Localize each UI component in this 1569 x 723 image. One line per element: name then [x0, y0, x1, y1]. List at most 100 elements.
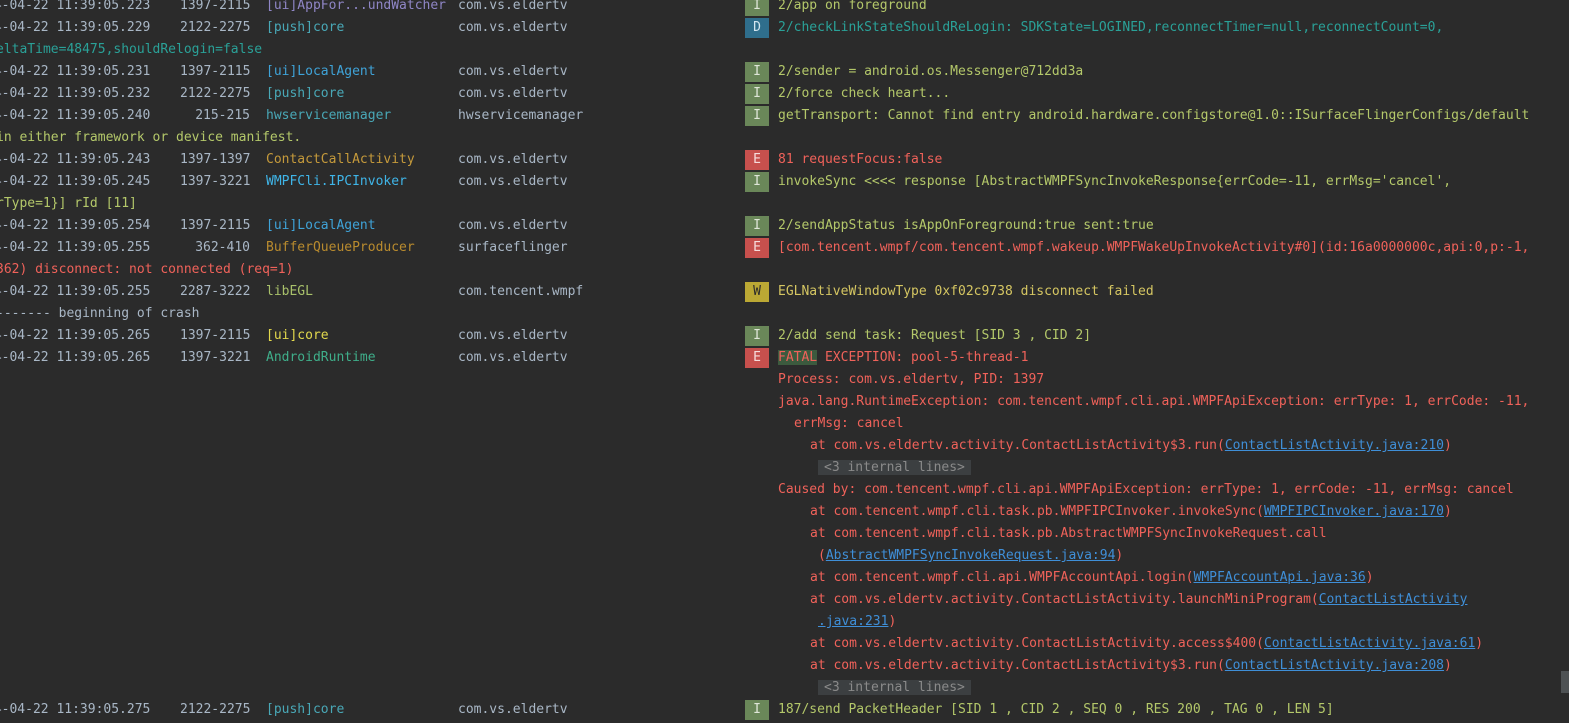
log-row[interactable]: 24-04-22 11:39:05.255 2287-3222 libEGL c… — [0, 281, 1569, 303]
log-timestamp: 24-04-22 11:39:05.275 — [0, 702, 151, 717]
stack-frame: at com.tencent.wmpf.cli.task.pb.Abstract… — [0, 523, 1569, 545]
stack-frame-text: .java:231) — [818, 611, 896, 633]
source-link[interactable]: AbstractWMPFSyncInvokeRequest.java:94 — [826, 548, 1116, 563]
log-continuation: in either framework or device manifest. — [0, 127, 1569, 149]
log-package: com.vs.eldertv — [458, 20, 568, 35]
log-row[interactable]: 24-04-22 11:39:05.240 215-215 hwservicem… — [0, 105, 1569, 127]
log-package: com.tencent.wmpf — [458, 284, 584, 299]
log-tag: AndroidRuntime — [266, 350, 376, 365]
log-row[interactable]: 24-04-22 11:39:05.255 362-410 BufferQueu… — [0, 237, 1569, 259]
stack-frame-text: at com.vs.eldertv.activity.ContactListAc… — [810, 655, 1452, 677]
paren-close: ) — [888, 614, 897, 629]
log-pid-tid: 1397-3221 — [180, 174, 251, 189]
log-level-badge: I — [745, 326, 769, 346]
stack-exception: java.lang.RuntimeException: com.tencent.… — [778, 394, 1530, 409]
source-link[interactable]: WMPFIPCInvoker.java:170 — [1264, 504, 1444, 519]
internal-lines-fold[interactable]: <3 internal lines> — [818, 677, 971, 699]
log-package: com.vs.eldertv — [458, 702, 568, 717]
log-timestamp: 24-04-22 11:39:05.265 — [0, 350, 151, 365]
log-timestamp: 24-04-22 11:39:05.254 — [0, 218, 151, 233]
log-pid-tid: 2122-2275 — [180, 86, 251, 101]
log-level-badge: D — [745, 18, 769, 38]
log-level-badge: I — [745, 84, 769, 104]
stack-caused-by: Caused by: com.tencent.wmpf.cli.api.WMPF… — [778, 482, 1514, 497]
log-level-badge: I — [745, 216, 769, 236]
log-row[interactable]: 24-04-22 11:39:05.243 1397-1397 ContactC… — [0, 149, 1569, 171]
source-link[interactable]: .java:231 — [818, 614, 888, 629]
log-row[interactable]: 24-04-22 11:39:05.265 1397-2115 [ui]core… — [0, 325, 1569, 347]
log-pid-tid: 2287-3222 — [180, 284, 251, 299]
log-row[interactable]: 24-04-22 11:39:05.254 1397-2115 [ui]Loca… — [0, 215, 1569, 237]
log-package: com.vs.eldertv — [458, 328, 568, 343]
log-pid-tid: 1397-1397 — [180, 152, 251, 167]
logcat-panel: 24-04-22 11:39:05.223 1397-2115 [ui]AppF… — [0, 0, 1569, 721]
log-timestamp: 24-04-22 11:39:05.255 — [0, 240, 151, 255]
stack-frame-method: at com.vs.eldertv.activity.ContactListAc… — [810, 658, 1225, 673]
log-message: 2/add send task: Request [SID 3 , CID 2] — [778, 328, 1092, 343]
stack-line: Caused by: com.tencent.wmpf.cli.api.WMPF… — [0, 479, 1569, 501]
log-package: com.vs.eldertv — [458, 152, 568, 167]
source-link[interactable]: ContactListActivity.java:61 — [1264, 636, 1475, 651]
scrollbar-marker[interactable] — [1561, 671, 1569, 693]
log-tag: WMPFCli.IPCInvoker — [266, 174, 407, 189]
log-tag: [push]core — [266, 86, 345, 101]
log-level-badge: W — [745, 282, 769, 302]
log-message: 81 requestFocus:false — [778, 152, 943, 167]
log-message-cont: eltaTime=48475,shouldRelogin=false — [0, 42, 263, 57]
fatal-highlight: FATAL — [778, 350, 818, 365]
internal-lines-button[interactable]: <3 internal lines> — [818, 680, 971, 695]
log-message-cont: rType=1}] rId [11] — [0, 196, 137, 211]
log-timestamp: 24-04-22 11:39:05.231 — [0, 64, 151, 79]
log-continuation: eltaTime=48475,shouldRelogin=false — [0, 39, 1569, 61]
log-row-fatal[interactable]: 24-04-22 11:39:05.265 1397-3221 AndroidR… — [0, 347, 1569, 369]
stack-frame: at com.tencent.wmpf.cli.task.pb.WMPFIPCI… — [0, 501, 1569, 523]
log-message: [com.tencent.wmpf/com.tencent.wmpf.wakeu… — [778, 240, 1530, 255]
stack-frame-text: at com.tencent.wmpf.cli.api.WMPFAccountA… — [810, 567, 1374, 589]
stack-fold: <3 internal lines> — [0, 677, 1569, 699]
source-link[interactable]: ContactListActivity — [1319, 592, 1468, 607]
crash-marker: ------- beginning of crash — [0, 306, 200, 321]
stack-frame: at com.vs.eldertv.activity.ContactListAc… — [0, 435, 1569, 457]
log-tag: [push]core — [266, 20, 345, 35]
log-row[interactable]: 24-04-22 11:39:05.223 1397-2115 [ui]AppF… — [0, 0, 1569, 17]
log-message: 187/send PacketHeader [SID 1 , CID 2 , S… — [778, 702, 1334, 717]
stack-frame: at com.vs.eldertv.activity.ContactListAc… — [0, 589, 1569, 611]
log-tag: [ui]core — [266, 328, 329, 343]
source-link[interactable]: ContactListActivity.java:210 — [1225, 438, 1444, 453]
log-pid-tid: 1397-2115 — [180, 64, 251, 79]
log-pid-tid: 2122-2275 — [180, 20, 251, 35]
internal-lines-fold[interactable]: <3 internal lines> — [818, 457, 971, 479]
log-pid-tid: 1397-2115 — [180, 0, 251, 13]
log-tag: libEGL — [266, 284, 313, 299]
log-timestamp: 24-04-22 11:39:05.265 — [0, 328, 151, 343]
log-timestamp: 24-04-22 11:39:05.245 — [0, 174, 151, 189]
log-row[interactable]: 24-04-22 11:39:05.231 1397-2115 [ui]Loca… — [0, 61, 1569, 83]
source-link[interactable]: ContactListActivity.java:208 — [1225, 658, 1444, 673]
log-package: com.vs.eldertv — [458, 350, 568, 365]
stack-line: Process: com.vs.eldertv, PID: 1397 — [0, 369, 1569, 391]
source-link[interactable]: WMPFAccountApi.java:36 — [1194, 570, 1366, 585]
log-tag: [ui]LocalAgent — [266, 64, 376, 79]
log-level-badge: I — [745, 172, 769, 192]
log-timestamp: 24-04-22 11:39:05.255 — [0, 284, 151, 299]
log-package: com.vs.eldertv — [458, 218, 568, 233]
log-row[interactable]: 24-04-22 11:39:05.232 2122-2275 [push]co… — [0, 83, 1569, 105]
stack-frame-method: at com.vs.eldertv.activity.ContactListAc… — [810, 438, 1225, 453]
log-row[interactable]: 24-04-22 11:39:05.275 2122-2275 [push]co… — [0, 699, 1569, 721]
log-message: 2/checkLinkStateShouldReLogin: SDKState=… — [778, 20, 1444, 35]
log-message: getTransport: Cannot find entry android.… — [778, 108, 1530, 123]
log-message: invokeSync <<<< response [AbstractWMPFSy… — [778, 174, 1452, 189]
paren-close: ) — [1115, 548, 1124, 563]
log-continuation: rType=1}] rId [11] — [0, 193, 1569, 215]
log-tag: ContactCallActivity — [266, 152, 415, 167]
internal-lines-button[interactable]: <3 internal lines> — [818, 460, 971, 475]
log-package: com.vs.eldertv — [458, 86, 568, 101]
log-message: 2/sender = android.os.Messenger@712dd3a — [778, 64, 1084, 79]
paren-close: ) — [1443, 504, 1452, 519]
log-package: com.vs.eldertv — [458, 64, 568, 79]
log-level-badge: E — [745, 348, 769, 368]
log-row[interactable]: 24-04-22 11:39:05.229 2122-2275 [push]co… — [0, 17, 1569, 39]
log-pid-tid: 215-215 — [195, 108, 250, 123]
log-row[interactable]: 24-04-22 11:39:05.245 1397-3221 WMPFCli.… — [0, 171, 1569, 193]
log-level-badge: I — [745, 700, 769, 720]
